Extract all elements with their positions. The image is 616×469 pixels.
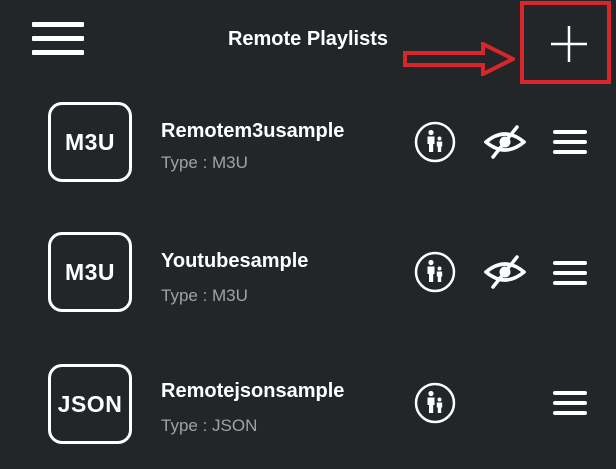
parental-control-button[interactable]: [414, 121, 456, 168]
playlist-options-button[interactable]: [553, 259, 587, 292]
playlist-type: Type : JSON: [161, 416, 258, 435]
hamburger-menu-icon: [32, 22, 84, 27]
parental-control-icon: [414, 121, 456, 163]
eye-hidden-icon: [483, 125, 527, 159]
playlist-item[interactable]: M3U Remotem3usample Type : M3U: [0, 100, 616, 230]
parental-control-button[interactable]: [414, 382, 456, 429]
playlist-item[interactable]: JSON Remotejsonsample Type : JSON: [0, 362, 616, 469]
playlist-name: Youtubesample: [161, 250, 309, 272]
visibility-toggle-button[interactable]: [483, 124, 527, 165]
remote-playlists-screen: Remote Playlists M3U Remotem3usample Typ…: [0, 0, 616, 469]
playlist-options-button[interactable]: [553, 389, 587, 422]
playlist-name: Remotejsonsample: [161, 380, 345, 402]
format-badge: M3U: [48, 232, 132, 312]
playlist-item[interactable]: M3U Youtubesample Type : M3U: [0, 230, 616, 360]
parental-control-icon: [414, 382, 456, 424]
format-badge: M3U: [48, 102, 132, 182]
playlist-type: Type : M3U: [161, 153, 248, 172]
add-playlist-button[interactable]: [520, 1, 611, 84]
plus-icon: [551, 26, 587, 62]
hamburger-menu-icon: [553, 391, 587, 415]
parental-control-icon: [414, 251, 456, 293]
eye-hidden-icon: [483, 255, 527, 289]
playlist-name: Remotem3usample: [161, 120, 345, 142]
red-arrow-annotation: [403, 42, 515, 76]
hamburger-menu-icon: [553, 261, 587, 285]
visibility-toggle-button[interactable]: [483, 254, 527, 295]
parental-control-button[interactable]: [414, 251, 456, 298]
playlist-type: Type : M3U: [161, 286, 248, 305]
format-badge: JSON: [48, 364, 132, 444]
playlist-options-button[interactable]: [553, 128, 587, 161]
hamburger-menu-icon: [553, 130, 587, 154]
